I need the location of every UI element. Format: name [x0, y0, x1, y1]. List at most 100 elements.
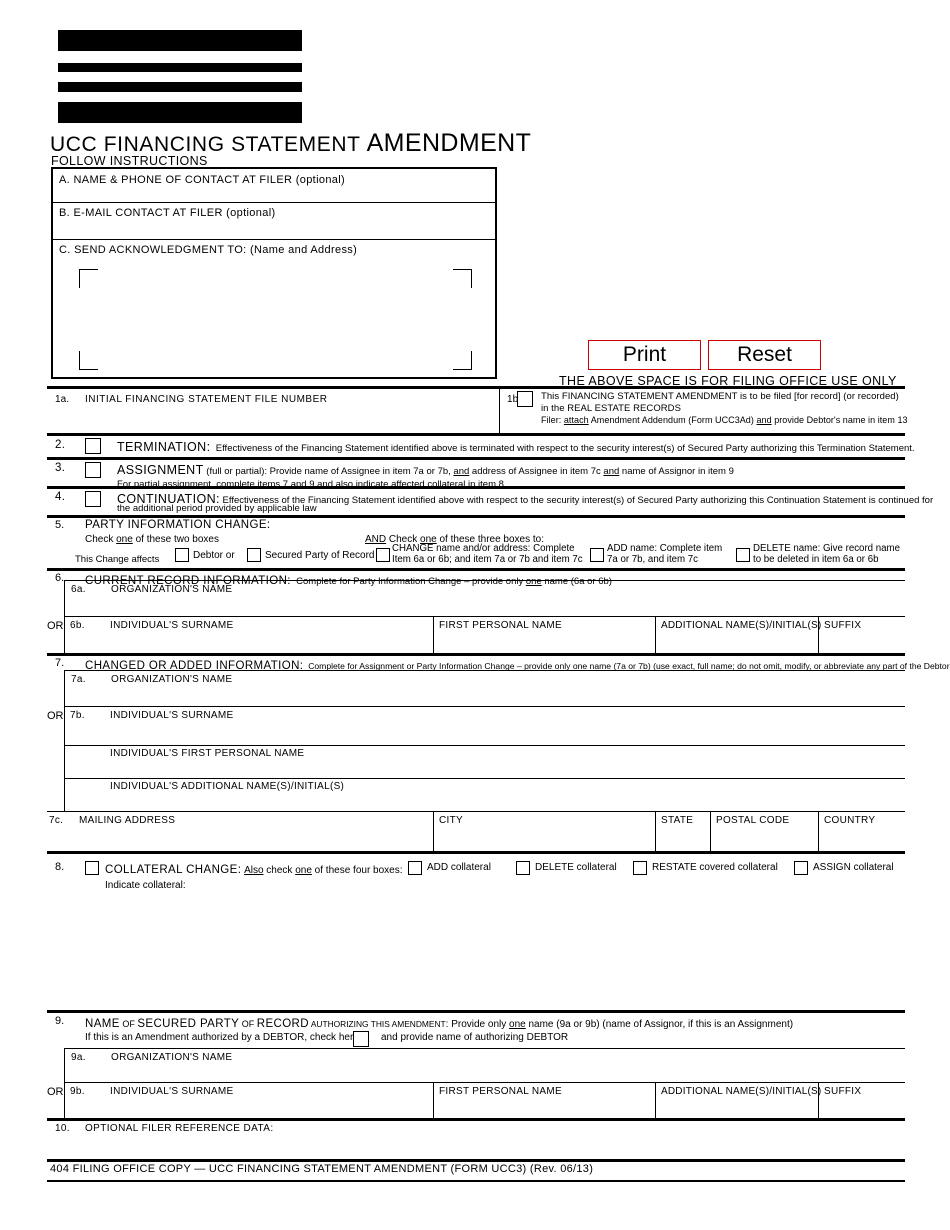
- contact-a-label: A. NAME & PHONE OF CONTACT AT FILER (opt…: [59, 174, 346, 186]
- item-8-indicate-label: Indicate collateral:: [105, 880, 186, 891]
- item-9a-organization-input[interactable]: [111, 1065, 871, 1079]
- item-7c-postal-input[interactable]: [716, 830, 810, 846]
- item-5-change-checkbox[interactable]: [376, 548, 390, 562]
- item-1b-line2: in the REAL ESTATE RECORDS: [541, 403, 681, 414]
- item-8-delete-collateral-checkbox[interactable]: [516, 861, 530, 875]
- item-4-continuation-checkbox[interactable]: [85, 491, 101, 507]
- item-7c-postal-header: POSTAL CODE: [716, 815, 790, 826]
- contact-c-label: C. SEND ACKNOWLEDGMENT TO: (Name and Add…: [59, 244, 358, 256]
- item-7b-row: OR 7b. INDIVIDUAL'S SURNAME: [47, 706, 905, 745]
- item-6b-label: INDIVIDUAL'S SURNAME: [110, 620, 234, 631]
- item-8-add-collateral-label: ADD collateral: [427, 862, 491, 873]
- item-6b-first-name-header: FIRST PERSONAL NAME: [439, 620, 562, 631]
- item-7b-first-name-input[interactable]: [110, 762, 890, 776]
- item-6b-first-name-input[interactable]: [439, 635, 644, 650]
- item-8-add-collateral-checkbox[interactable]: [408, 861, 422, 875]
- item-9b-first-name-input[interactable]: [439, 1100, 644, 1115]
- item-8-delete-collateral-label: DELETE collateral: [535, 862, 617, 873]
- item-10-reference-input[interactable]: [85, 1138, 885, 1156]
- item-10-row: 10. OPTIONAL FILER REFERENCE DATA:: [47, 1121, 905, 1159]
- item-7-number: 7.: [55, 657, 65, 669]
- item-9-number: 9.: [55, 1015, 65, 1027]
- bracket-bottom-left-icon: [79, 351, 98, 370]
- item-7c-country-header: COUNTRY: [824, 815, 876, 826]
- item-3-assignment-checkbox[interactable]: [85, 462, 101, 478]
- item-9-header: 9. NAME OF SECURED PARTY OF RECORD AUTHO…: [47, 1014, 905, 1048]
- item-5-add-line2: 7a or 7b, and item 7c: [607, 554, 699, 565]
- item-7c-city-input[interactable]: [439, 830, 644, 846]
- item-7c-country-input[interactable]: [824, 830, 942, 846]
- item-7b-additional-name-input[interactable]: [110, 795, 890, 809]
- item-5-delete-checkbox[interactable]: [736, 548, 750, 562]
- item-7b-first-name-row: INDIVIDUAL'S FIRST PERSONAL NAME: [47, 745, 905, 778]
- item-2-termination-checkbox[interactable]: [85, 438, 101, 454]
- item-8-collateral-input[interactable]: [105, 897, 895, 1002]
- item-7a-label: ORGANIZATION'S NAME: [111, 674, 233, 685]
- item-8-restate-collateral-label: RESTATE covered collateral: [652, 862, 778, 873]
- bracket-bottom-right-icon: [453, 351, 472, 370]
- item-6b-additional-name-input[interactable]: [661, 635, 809, 650]
- item-5-delete-line2: to be deleted in item 6a or 6b: [753, 554, 879, 565]
- item-5-delete-line1: DELETE name: Give record name: [753, 543, 900, 554]
- item-5-change-line1: CHANGE name and/or address: Complete: [392, 543, 575, 554]
- item-7b-number: 7b.: [70, 710, 85, 721]
- item-6b-additional-name-header: ADDITIONAL NAME(S)/INITIAL(S): [661, 620, 822, 631]
- item-5-secured-party-checkbox[interactable]: [247, 548, 261, 562]
- item-9b-additional-name-header: ADDITIONAL NAME(S)/INITIAL(S): [661, 1086, 822, 1097]
- item-7c-row: 7c. MAILING ADDRESS CITY STATE POSTAL CO…: [47, 811, 905, 851]
- item-9b-surname-input[interactable]: [110, 1100, 420, 1115]
- item-6b-surname-input[interactable]: [110, 635, 420, 650]
- contact-b-input[interactable]: [61, 221, 481, 234]
- bracket-top-right-icon: [453, 269, 472, 288]
- item-3-number: 3.: [55, 462, 66, 474]
- item-4-number: 4.: [55, 491, 66, 503]
- item-6-number: 6.: [55, 572, 65, 584]
- item-8-collateral-change-checkbox[interactable]: [85, 861, 99, 875]
- item-6b-suffix-header: SUFFIX: [824, 620, 862, 631]
- item-7a-cell: 7a. ORGANIZATION'S NAME: [64, 670, 905, 706]
- item-1b-line1: This FINANCING STATEMENT AMENDMENT is to…: [541, 391, 899, 402]
- item-7a-organization-input[interactable]: [111, 688, 871, 703]
- item-10-number: 10.: [55, 1123, 70, 1134]
- item-5-add-checkbox[interactable]: [590, 548, 604, 562]
- item-5-change-line2: Item 6a or 6b; and item 7a or 7b and ite…: [392, 554, 583, 565]
- item-7c-address-input[interactable]: [79, 830, 424, 846]
- item-6b-suffix-input[interactable]: [824, 635, 942, 650]
- item-1-row: 1a. INITIAL FINANCING STATEMENT FILE NUM…: [47, 389, 908, 433]
- acknowledgment-address-input[interactable]: [93, 277, 463, 361]
- item-10-label: OPTIONAL FILER REFERENCE DATA:: [85, 1123, 274, 1134]
- item-8-title: COLLATERAL CHANGE: Also check one of the…: [105, 864, 403, 876]
- item-2-row: 2. TERMINATION: Effectiveness of the Fin…: [47, 436, 915, 457]
- item-6a-organization-input[interactable]: [111, 598, 871, 613]
- contact-a-input[interactable]: [61, 187, 481, 200]
- item-7c-label: MAILING ADDRESS: [79, 815, 176, 826]
- print-button[interactable]: Print: [588, 340, 701, 370]
- item-5-debtor-checkbox[interactable]: [175, 548, 189, 562]
- rule-footer-bottom: [47, 1180, 905, 1182]
- item-9-debtor-authorized-checkbox[interactable]: [353, 1031, 369, 1047]
- barcode-image: [58, 30, 302, 123]
- item-8-assign-collateral-checkbox[interactable]: [794, 861, 808, 875]
- page-title-part2: AMENDMENT: [366, 129, 532, 157]
- item-7b-surname-input[interactable]: [110, 726, 890, 741]
- reset-button[interactable]: Reset: [708, 340, 821, 370]
- item-9a-cell: 9a. ORGANIZATION'S NAME: [64, 1048, 905, 1082]
- item-9b-additional-name-input[interactable]: [661, 1100, 809, 1115]
- item-1b-checkbox[interactable]: [517, 391, 533, 407]
- item-9b-label: INDIVIDUAL'S SURNAME: [110, 1086, 234, 1097]
- item-9a-label: ORGANIZATION'S NAME: [111, 1052, 233, 1063]
- ucc3-amendment-form: UCC FINANCING STATEMENT AMENDMENT FOLLOW…: [0, 0, 950, 1230]
- item-6b-row: OR 6b. INDIVIDUAL'S SURNAME FIRST PERSON…: [47, 616, 905, 653]
- item-8-number: 8.: [55, 861, 65, 873]
- item-1a-number: 1a.: [55, 394, 70, 405]
- item-9b-number: 9b.: [70, 1086, 85, 1097]
- initial-file-number-input[interactable]: [85, 409, 485, 427]
- contact-b-label: B. E-MAIL CONTACT AT FILER (optional): [59, 207, 276, 219]
- item-8-assign-collateral-label: ASSIGN collateral: [813, 862, 894, 873]
- item-9b-suffix-input[interactable]: [824, 1100, 942, 1115]
- item-7b-additional-name-row: INDIVIDUAL'S ADDITIONAL NAME(S)/INITIAL(…: [47, 778, 905, 811]
- item-9b-suffix-header: SUFFIX: [824, 1086, 862, 1097]
- item-7-or-label: OR: [47, 710, 64, 722]
- item-8-restate-collateral-checkbox[interactable]: [633, 861, 647, 875]
- item-7c-state-input[interactable]: [661, 830, 701, 846]
